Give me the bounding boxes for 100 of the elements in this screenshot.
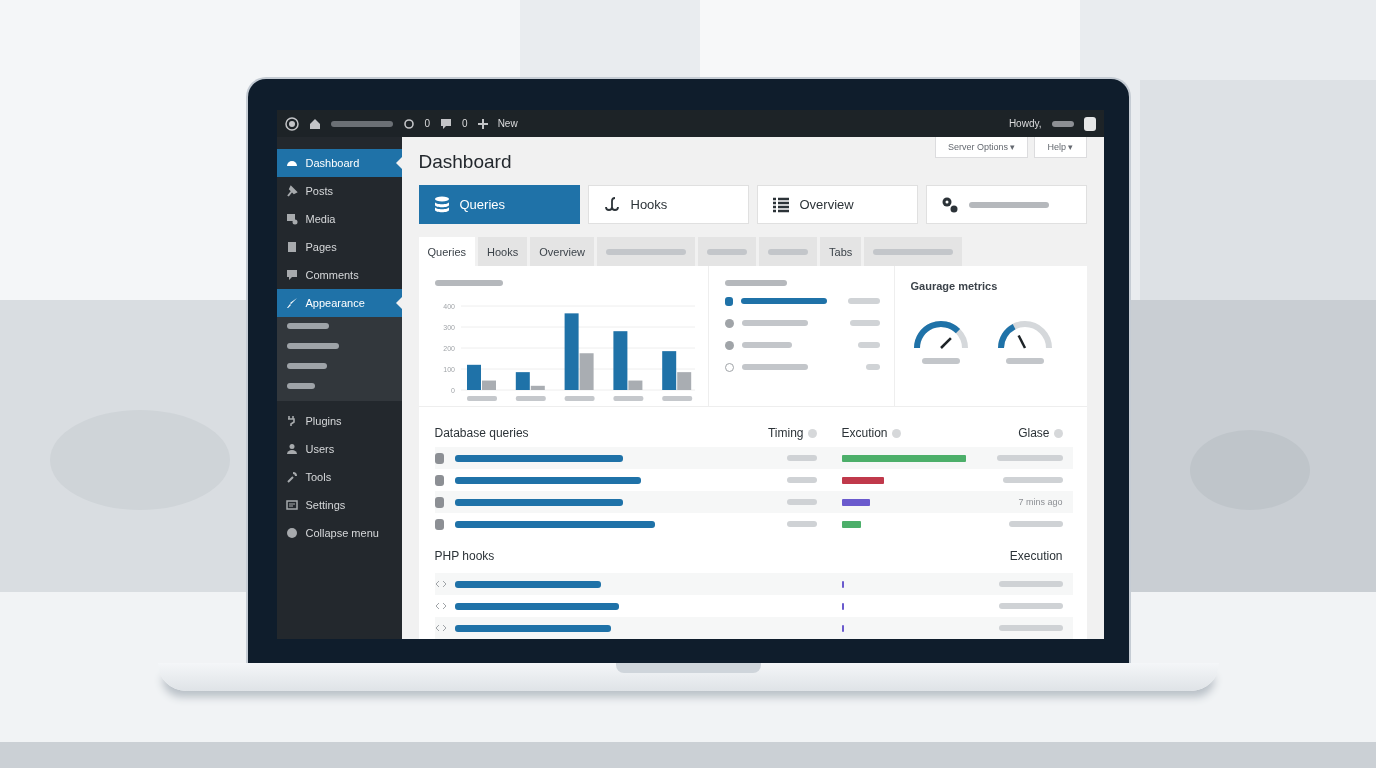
blurred-username (1051, 120, 1074, 127)
blurred-age (998, 581, 1063, 587)
blurred-site-name (330, 120, 393, 127)
hook-icon (602, 195, 621, 214)
comment-icon (285, 269, 298, 281)
sidebar-item[interactable]: Posts (276, 177, 402, 205)
sidebar-item[interactable]: Tools (276, 463, 402, 491)
info-icon (807, 428, 817, 438)
blurred-submenu-item[interactable] (286, 343, 339, 349)
blurred-value (857, 342, 880, 348)
tab[interactable]: Queries (418, 237, 476, 266)
panel-title: Gaurage metrics (910, 280, 999, 292)
database-icon (434, 518, 444, 530)
list-icon (771, 196, 790, 213)
blurred-submenu-item[interactable] (286, 363, 327, 369)
blurred-age (996, 455, 1063, 461)
age-text: 7 mins ago (1018, 497, 1063, 507)
column-header: Excution (841, 426, 901, 440)
blurred-title (434, 280, 503, 286)
blurred-label (515, 396, 546, 401)
blurred-age (998, 625, 1063, 631)
blurred-submenu-item[interactable] (286, 323, 329, 329)
blurred-label (564, 396, 595, 401)
avatar-icon[interactable] (1083, 116, 1096, 131)
blurred-label (612, 396, 643, 401)
updates-count: 0 (424, 118, 431, 129)
dropdown-button[interactable]: Help ▾ (1034, 137, 1087, 158)
blurred-age (1008, 521, 1063, 527)
logo-icon (284, 116, 299, 131)
sidebar-item[interactable]: Collapse menu (276, 519, 402, 547)
sidebar-item[interactable]: Settings (276, 491, 402, 519)
blurred-label (466, 396, 497, 401)
wrench-icon (285, 471, 298, 483)
blurred-label (741, 364, 808, 370)
database-icon (434, 496, 444, 508)
tile-button[interactable]: Overview (756, 184, 918, 225)
dropdown-button[interactable]: Server Options ▾ (934, 137, 1029, 158)
sidebar-item[interactable]: Media (276, 205, 402, 233)
execution-bar (841, 602, 844, 610)
media-icon (285, 213, 298, 225)
tile-button[interactable] (925, 184, 1087, 225)
sidebar-item[interactable]: Users (276, 435, 402, 463)
tab[interactable]: Hooks (478, 237, 528, 266)
collapse-icon (285, 527, 298, 539)
blurred-age (998, 603, 1063, 609)
execution-bar (841, 624, 844, 632)
column-header: Database queries (434, 426, 529, 440)
brush-icon (285, 297, 298, 309)
blurred-label (921, 358, 960, 364)
blurred-value (865, 364, 880, 370)
blurred-timing (786, 455, 817, 461)
sidebar-item[interactable]: Appearance (276, 289, 402, 317)
database-icon (434, 474, 444, 486)
home-icon[interactable] (308, 117, 321, 130)
tile-button[interactable]: Queries (418, 184, 580, 225)
blurred-value (847, 298, 880, 304)
blurred-value (849, 320, 880, 326)
blurred-timing (786, 499, 817, 505)
blurred-timing (786, 477, 817, 483)
blurred-label (707, 248, 748, 255)
info-icon (1053, 428, 1063, 438)
comments-count: 0 (462, 118, 468, 129)
sidebar-item[interactable]: Comments (276, 261, 402, 289)
tab[interactable]: Overview (530, 237, 595, 266)
code-icon (434, 580, 447, 588)
new-link[interactable]: New (497, 118, 518, 129)
column-header: Timing (767, 426, 817, 440)
column-header: Execution (1009, 549, 1063, 563)
pin-icon (285, 185, 298, 197)
dot-icon (724, 340, 734, 350)
blurred-label (661, 396, 692, 401)
code-icon (434, 624, 447, 632)
blurred-timing (786, 521, 817, 527)
blurred-submenu-item[interactable] (286, 383, 315, 389)
tile-button[interactable]: Hooks (587, 184, 749, 225)
user-icon (285, 443, 298, 455)
blurred-label (741, 320, 808, 326)
settings-icon (285, 499, 298, 511)
gears-icon (940, 195, 959, 214)
comment-icon[interactable] (440, 117, 453, 130)
blurred-label (768, 248, 809, 255)
page-title: Dashboard (418, 151, 512, 173)
blurred-title (724, 280, 787, 286)
sidebar-item[interactable]: Pages (276, 233, 402, 261)
section-title: PHP hooks (434, 549, 495, 563)
tab[interactable]: Tabs (820, 237, 862, 266)
code-icon (434, 602, 447, 610)
plug-icon (285, 415, 298, 427)
execution-bar (841, 580, 844, 588)
pages-icon (285, 241, 298, 253)
blurred-label (1005, 358, 1044, 364)
blurred-age (1002, 477, 1063, 483)
database-icon (433, 195, 450, 214)
blurred-label (741, 342, 792, 348)
column-header: Glase (1018, 426, 1063, 440)
sidebar-item[interactable]: Dashboard (276, 149, 402, 177)
refresh-icon[interactable] (402, 117, 415, 130)
info-icon (891, 428, 901, 438)
sidebar-item[interactable]: Plugins (276, 407, 402, 435)
greeting: Howdy, (1008, 118, 1042, 129)
